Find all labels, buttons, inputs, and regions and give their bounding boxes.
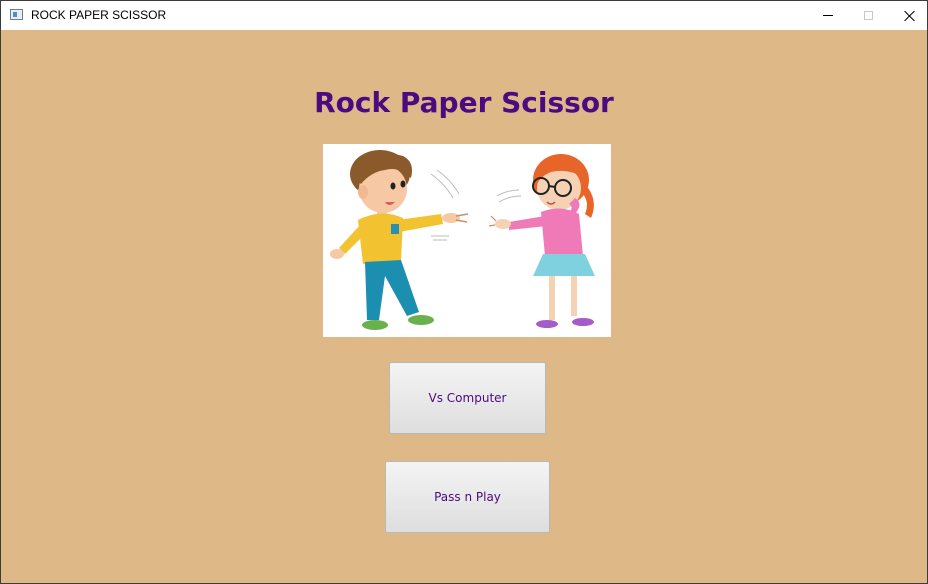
minimize-icon <box>823 15 833 16</box>
maximize-button[interactable] <box>847 1 889 30</box>
illustration-svg <box>330 150 595 330</box>
main-content: Rock Paper Scissor Vs Computer Pass n Pl… <box>1 30 927 584</box>
minimize-button[interactable] <box>807 1 849 30</box>
app-window: ROCK PAPER SCISSOR Rock Paper Scissor Vs… <box>0 0 928 584</box>
window-title: ROCK PAPER SCISSOR <box>31 8 167 22</box>
kids-playing-illustration <box>323 144 611 337</box>
pass-n-play-button[interactable]: Pass n Play <box>385 461 550 533</box>
motion-lines <box>430 169 522 241</box>
page-title: Rock Paper Scissor <box>314 86 614 119</box>
vs-computer-button[interactable]: Vs Computer <box>389 362 546 434</box>
title-bar[interactable]: ROCK PAPER SCISSOR <box>1 1 927 30</box>
close-icon <box>904 10 916 22</box>
app-window-icon <box>10 9 23 20</box>
boy-figure <box>330 150 469 330</box>
maximize-icon <box>863 11 873 20</box>
girl-figure <box>488 154 595 328</box>
close-button[interactable] <box>889 1 928 30</box>
